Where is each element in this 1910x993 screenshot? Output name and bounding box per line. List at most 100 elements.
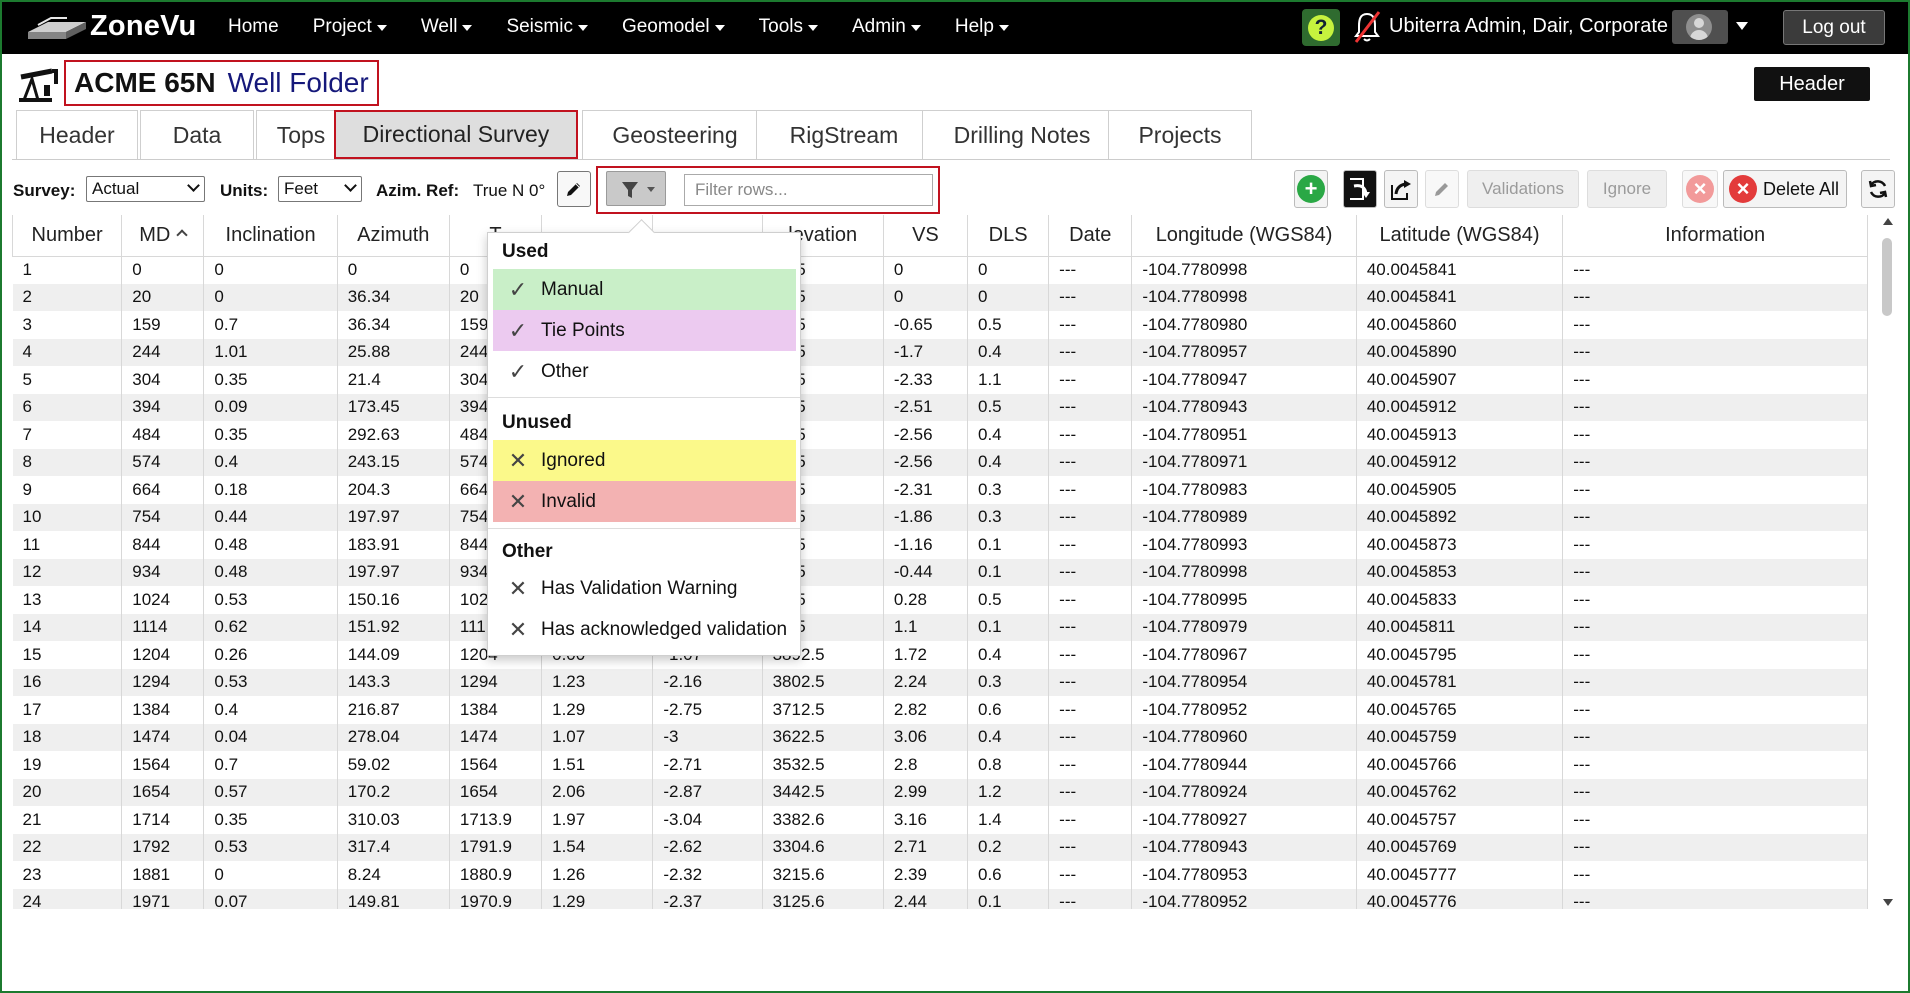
table-row[interactable]: 1000096.500----104.778099840.0045841--- — [12, 256, 1868, 284]
nav-admin[interactable]: Admin — [852, 16, 921, 38]
column-header[interactable]: VS — [882, 215, 969, 257]
export-button[interactable] — [1384, 170, 1418, 208]
tab-drilling-notes[interactable]: Drilling Notes — [922, 110, 1122, 159]
help-button[interactable]: ? — [1302, 9, 1340, 46]
units-label: Units: — [220, 181, 269, 200]
table-cell: -2.87 — [652, 778, 763, 806]
table-row[interactable]: 31590.736.3415937.5-0.650.5----104.77809… — [12, 311, 1868, 339]
nav-tools[interactable]: Tools — [759, 16, 818, 38]
column-header[interactable]: MD — [121, 215, 205, 257]
nav-well[interactable]: Well — [421, 16, 473, 38]
column-header-label: Longitude (WGS84) — [1155, 223, 1333, 246]
validations-button[interactable]: Validations — [1467, 170, 1579, 208]
tab-header[interactable]: Header — [16, 110, 138, 159]
table-row[interactable]: 118440.48183.9184452.5-1.160.1----104.77… — [12, 531, 1868, 559]
nav-help[interactable]: Help — [955, 16, 1009, 38]
tab-geosteering[interactable]: Geosteering — [582, 110, 768, 159]
table-row[interactable]: 53040.3521.430492.5-2.331.1----104.77809… — [12, 366, 1868, 394]
user-name[interactable]: Ubiterra Admin, Dair, Corporate — [1389, 15, 1668, 38]
nav-geomodel-label: Geomodel — [621, 16, 710, 37]
column-header[interactable]: Date — [1048, 215, 1133, 257]
add-station-button[interactable]: + — [1294, 170, 1328, 208]
chevron-down-icon[interactable] — [1736, 22, 1748, 30]
import-button[interactable] — [1343, 170, 1377, 208]
logout-button[interactable]: Log out — [1783, 10, 1885, 45]
column-header[interactable]: Inclination — [203, 215, 338, 257]
table-row[interactable]: 1411140.62151.9211182.51.10.1----104.778… — [12, 613, 1868, 641]
edit-azim-button[interactable] — [557, 171, 591, 207]
table-row[interactable]: 23 1881 0 8.24 1880.9 1.26 -2.32 3215.6 2.39 0.6-… — [12, 861, 1868, 889]
table-row[interactable]: 85740.4243.1557422.5-2.560.4----104.7780… — [12, 448, 1868, 476]
column-header[interactable]: Number — [12, 215, 123, 257]
filter-option-other[interactable]: ✓ Other — [493, 351, 796, 392]
chevron-down-icon — [577, 25, 588, 31]
chevron-down-icon — [462, 25, 473, 31]
table-cell: 40.0045907 — [1356, 366, 1564, 394]
column-header[interactable]: Latitude (WGS84) — [1355, 215, 1564, 257]
filter-option-manual[interactable]: ✓ Manual — [493, 269, 796, 310]
column-header[interactable]: Information — [1562, 215, 1868, 257]
tab-projects[interactable]: Projects — [1108, 110, 1252, 159]
edit-row-button[interactable] — [1425, 170, 1459, 208]
table-row[interactable]: 74840.35292.6348412.5-2.560.4----104.778… — [12, 421, 1868, 449]
nav-home[interactable]: Home — [228, 16, 279, 38]
tab-data[interactable]: Data — [140, 110, 254, 159]
column-header[interactable]: Azimuth — [336, 215, 450, 257]
refresh-button[interactable] — [1861, 170, 1895, 208]
vertical-scrollbar[interactable] — [1880, 218, 1894, 906]
table-cell: 0.4 — [967, 641, 1050, 669]
units-select[interactable]: Feet — [278, 176, 362, 202]
tab-tops[interactable]: Tops — [256, 110, 346, 159]
filter-option-tie-points[interactable]: ✓ Tie Points — [493, 310, 796, 351]
delete-all-button[interactable]: × Delete All — [1723, 170, 1847, 208]
tab-rigstream[interactable]: RigStream — [756, 110, 932, 159]
table-cell: 0 — [121, 256, 205, 284]
filter-option-validation-warning[interactable]: ✕ Has Validation Warning — [493, 568, 796, 609]
table-cell: 2.99 — [883, 778, 969, 806]
table-row[interactable]: 17 1384 0.4 216.87 1384 1.29 -2.75 3712.5 2.82 0.… — [12, 696, 1868, 724]
table-cell: -2.51 — [883, 393, 969, 421]
table-row[interactable]: 24 1971 0.07 149.81 1970.9 1.29 -2.37 3125.6 2.4… — [12, 888, 1868, 909]
table-cell: -1.86 — [883, 503, 969, 531]
zonevu-logo[interactable]: ZoneVu — [26, 8, 208, 48]
table-row[interactable]: 129340.48197.9793462.5-0.440.1----104.77… — [12, 558, 1868, 586]
scroll-up-icon[interactable] — [1883, 218, 1893, 225]
filter-option-acknowledged-validation[interactable]: ✕ Has acknowledged validation — [493, 609, 796, 650]
table-row[interactable]: 63940.09173.4539402.5-2.510.5----104.778… — [12, 393, 1868, 421]
scroll-down-icon[interactable] — [1883, 899, 1893, 906]
column-header[interactable]: Longitude (WGS84) — [1131, 215, 1357, 257]
filter-option-invalid[interactable]: ✕ Invalid — [493, 481, 796, 522]
table-cell: 0.3 — [967, 476, 1050, 504]
table-row[interactable]: 20 1654 0.57 170.2 1654 2.06 -2.87 3442.5 2.99 1.… — [12, 778, 1868, 806]
table-row[interactable]: 220036.342076.500----104.778099840.00458… — [12, 283, 1868, 311]
table-row[interactable]: 1310240.53150.1610272.50.280.5----104.77… — [12, 586, 1868, 614]
nav-geomodel[interactable]: Geomodel — [622, 16, 725, 38]
nav-project[interactable]: Project — [313, 16, 387, 38]
ignore-button[interactable]: Ignore — [1587, 170, 1667, 208]
table-row[interactable]: 21 1714 0.35 310.03 1713.9 1.97 -3.04 3382.6 3.1… — [12, 806, 1868, 834]
survey-select[interactable]: Actual — [86, 176, 205, 202]
table-row[interactable]: 22 1792 0.53 317.4 1791.9 1.54 -2.62 3304.6 2.71… — [12, 833, 1868, 861]
table-row[interactable]: 42441.0125.8824452.5-1.70.4----104.77809… — [12, 338, 1868, 366]
scroll-thumb[interactable] — [1882, 238, 1892, 316]
filter-option-label: Other — [541, 360, 589, 382]
filter-rows-input[interactable]: Filter rows... — [684, 174, 933, 206]
nav-seismic[interactable]: Seismic — [506, 16, 588, 38]
user-avatar-button[interactable] — [1672, 10, 1728, 44]
table-row[interactable]: 107540.44197.9775442.5-1.860.3----104.77… — [12, 503, 1868, 531]
table-row[interactable]: 16 1294 0.53 143.3 1294 1.23 -2.16 3802.5 2.24 0.… — [12, 668, 1868, 696]
table-row[interactable]: 1512040.26144.0912040.00-1.073892.51.720… — [12, 641, 1868, 669]
table-row[interactable]: 19 1564 0.7 59.02 1564 1.51 -2.71 3532.5 2.8 0.8-… — [12, 751, 1868, 779]
table-cell: -1.7 — [883, 338, 969, 366]
header-button[interactable]: Header — [1754, 67, 1870, 101]
delete-row-button[interactable]: × — [1682, 170, 1718, 208]
filter-option-ignored[interactable]: ✕ Ignored — [493, 440, 796, 481]
filter-dropdown-button[interactable] — [606, 171, 666, 206]
table-row[interactable]: 18 1474 0.04 278.04 1474 1.07 -3 3622.5 3.06 0.4-… — [12, 723, 1868, 751]
table-row[interactable]: 96640.18204.366432.5-2.310.3----104.7780… — [12, 476, 1868, 504]
tab-directional-survey[interactable]: Directional Survey — [334, 110, 578, 159]
table-cell: 1970.9 — [449, 888, 543, 909]
notifications-muted-icon[interactable] — [1352, 10, 1382, 44]
delete-all-label: Delete All — [1763, 178, 1840, 199]
column-header[interactable]: DLS — [966, 215, 1050, 257]
